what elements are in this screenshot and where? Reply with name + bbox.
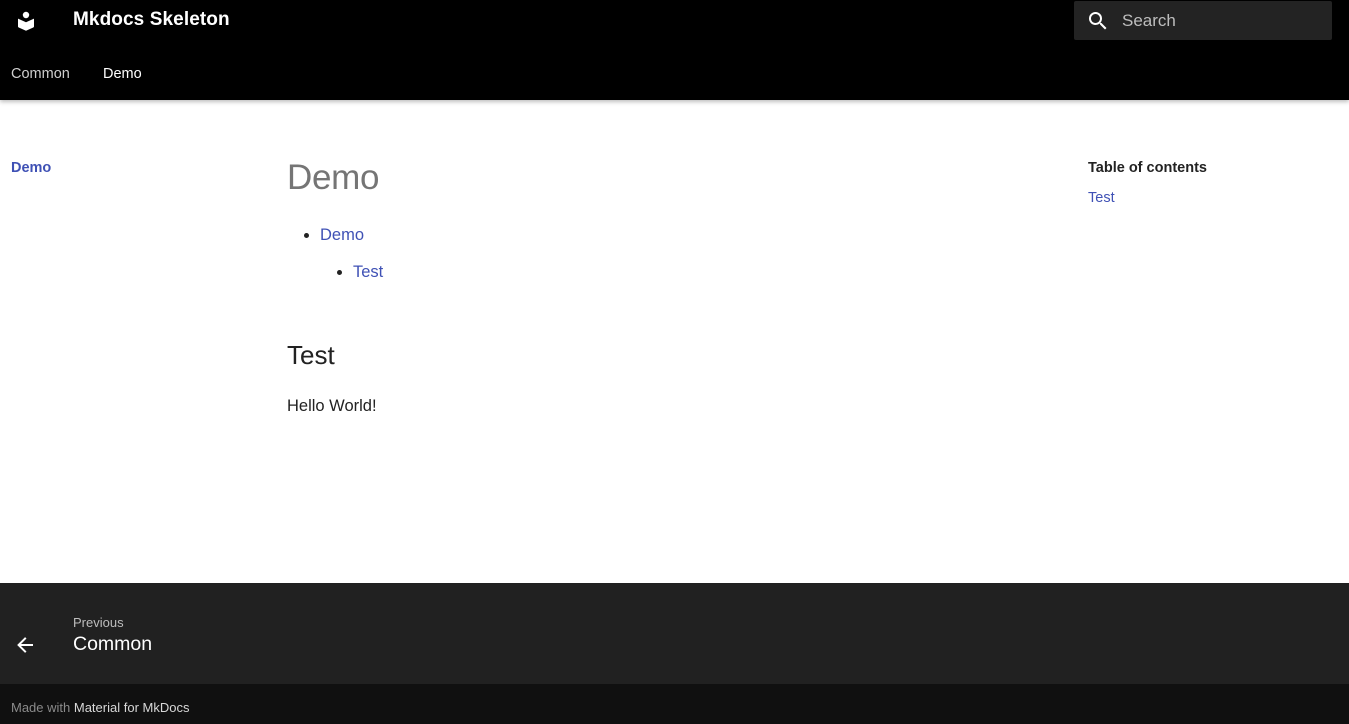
content-toc-list: Demo Test xyxy=(287,226,1047,282)
previous-label: Previous xyxy=(73,615,124,630)
tab-common[interactable]: Common xyxy=(11,66,70,82)
list-item: Test xyxy=(353,263,1047,282)
footer-meta: Made with Material for MkDocs xyxy=(0,684,1349,724)
page-title: Demo xyxy=(287,158,380,197)
main-content: Demo Demo Test Test Hello World! xyxy=(287,150,1047,416)
search-input[interactable] xyxy=(1122,1,1322,40)
previous-page-link[interactable]: Common xyxy=(73,633,152,656)
book-icon[interactable] xyxy=(14,9,38,33)
material-for-mkdocs-link[interactable]: Material for MkDocs xyxy=(74,700,190,715)
made-with-label: Made with xyxy=(11,700,71,715)
toc-link-test[interactable]: Test xyxy=(1088,190,1115,206)
content-link-demo[interactable]: Demo xyxy=(320,226,364,244)
toc-title: Table of contents xyxy=(1088,160,1207,176)
search-icon[interactable] xyxy=(1086,9,1110,33)
arrow-left-icon[interactable] xyxy=(13,633,37,657)
footer-nav: Previous Common xyxy=(0,583,1349,684)
made-with-text: Made with Material for MkDocs xyxy=(11,700,189,715)
list-item: Demo Test xyxy=(320,226,1047,282)
content-link-test[interactable]: Test xyxy=(353,263,383,281)
content-toc-sublist: Test xyxy=(320,263,1047,282)
paragraph: Hello World! xyxy=(287,397,377,415)
tab-demo[interactable]: Demo xyxy=(103,66,142,82)
section-heading-test: Test xyxy=(287,340,335,370)
header: Mkdocs Skeleton Common Demo xyxy=(0,0,1349,100)
search-box[interactable] xyxy=(1074,1,1332,40)
site-title[interactable]: Mkdocs Skeleton xyxy=(73,9,230,31)
sidebar-item-demo[interactable]: Demo xyxy=(11,160,51,176)
